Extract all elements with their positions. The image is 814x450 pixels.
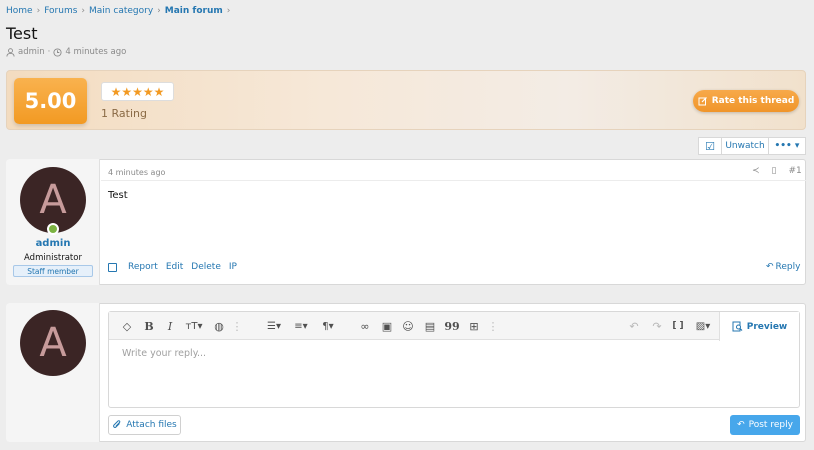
quote-icon[interactable]: 99	[444, 318, 460, 334]
checkbox-icon: ☑	[705, 139, 715, 153]
post-username[interactable]: admin	[6, 238, 100, 249]
breadcrumb-home[interactable]: Home	[6, 6, 33, 16]
attach-files-label: Attach files	[126, 420, 177, 430]
breadcrumb-main-category[interactable]: Main category	[89, 6, 153, 16]
more-options-button[interactable]: ••• ▾	[768, 137, 806, 155]
post-header-divider	[101, 180, 806, 181]
more-insert-options-icon[interactable]: ⋮	[488, 318, 499, 334]
unwatch-button[interactable]: Unwatch	[721, 137, 768, 155]
thread-time[interactable]: 4 minutes ago	[65, 47, 126, 57]
link-icon[interactable]: ∞	[358, 318, 372, 334]
user-icon	[6, 47, 15, 57]
page-title: Test	[6, 24, 38, 43]
reply-placeholder: Write your reply...	[122, 348, 207, 359]
post-select-checkbox[interactable]	[108, 262, 117, 272]
align-icon[interactable]: ≡▾	[290, 318, 312, 334]
breadcrumb-separator: ›	[226, 6, 231, 16]
rating-score: 5.00	[14, 78, 87, 124]
report-link[interactable]: Report	[128, 262, 158, 272]
rating-count: 1 Rating	[101, 107, 147, 120]
edit-link[interactable]: Edit	[166, 262, 183, 272]
font-size-icon[interactable]: тT▾	[183, 318, 205, 334]
clock-icon	[53, 47, 62, 57]
image-icon[interactable]: ▣	[380, 318, 394, 334]
bold-icon[interactable]: B	[143, 318, 155, 334]
redo-icon[interactable]: ↷	[650, 318, 664, 334]
reply-label: Reply	[775, 262, 801, 272]
italic-icon[interactable]: I	[164, 318, 176, 334]
thread-action-bar: ☑ Unwatch ••• ▾	[698, 137, 806, 155]
drafts-icon[interactable]: ▨▾	[692, 318, 714, 334]
preview-tab[interactable]: Preview	[719, 312, 799, 341]
post-reply-label: Post reply	[748, 420, 793, 430]
text-color-icon[interactable]: ◍	[212, 318, 226, 334]
post-footer: Report Edit Delete IP	[108, 262, 237, 272]
meta-separator: ·	[47, 47, 51, 57]
reply-icon: ↶	[766, 262, 774, 272]
table-icon[interactable]: ⊞	[467, 318, 481, 334]
rating-stars: ★★★★★	[101, 82, 174, 101]
rate-thread-label: Rate this thread	[711, 96, 795, 106]
rate-thread-button[interactable]: Rate this thread	[693, 90, 799, 112]
post-date[interactable]: 4 minutes ago	[108, 168, 165, 177]
avatar: A	[20, 310, 86, 376]
attach-files-button[interactable]: Attach files	[108, 415, 181, 435]
online-status-icon	[47, 223, 59, 235]
post-reply-button[interactable]: ↶ Post reply	[730, 415, 800, 435]
bookmark-icon[interactable]: ▯	[772, 166, 777, 176]
reply-button[interactable]: ↶ Reply	[766, 262, 800, 272]
breadcrumb-forums[interactable]: Forums	[44, 6, 77, 16]
post-user-title: Administrator	[24, 253, 82, 263]
post-header-actions: ≺ ▯ #1	[752, 166, 802, 176]
media-icon[interactable]: ▤	[423, 318, 437, 334]
select-thread-checkbox[interactable]: ☑	[698, 137, 721, 155]
post-body: Test	[108, 190, 128, 201]
edit-icon	[698, 97, 707, 106]
clear-formatting-icon[interactable]: ◇	[120, 318, 134, 334]
breadcrumb-main-forum[interactable]: Main forum	[165, 6, 223, 16]
post-reply-icon: ↶	[737, 420, 745, 430]
preview-icon	[732, 321, 743, 332]
paragraph-icon[interactable]: ¶▾	[318, 318, 338, 334]
undo-icon[interactable]: ↶	[627, 318, 641, 334]
paperclip-icon	[113, 420, 121, 428]
breadcrumb-separator: ›	[157, 6, 161, 16]
breadcrumb-separator: ›	[81, 6, 86, 16]
thread-meta: admin · 4 minutes ago	[6, 47, 126, 57]
staff-badge: Staff member	[13, 265, 93, 277]
thread-author[interactable]: admin	[18, 47, 45, 57]
more-text-options-icon[interactable]: ⋮	[232, 318, 243, 334]
emoji-icon[interactable]: ☺	[401, 318, 415, 334]
list-icon[interactable]: ☰▾	[262, 318, 286, 334]
share-icon[interactable]: ≺	[752, 166, 760, 176]
preview-label: Preview	[746, 321, 788, 332]
delete-link[interactable]: Delete	[191, 262, 221, 272]
breadcrumb-separator: ›	[36, 6, 41, 16]
ip-link[interactable]: IP	[229, 262, 237, 272]
breadcrumb: Home › Forums › Main category › Main for…	[6, 6, 234, 16]
post-number[interactable]: #1	[789, 166, 802, 176]
code-view-icon[interactable]: [ ]	[670, 318, 686, 334]
